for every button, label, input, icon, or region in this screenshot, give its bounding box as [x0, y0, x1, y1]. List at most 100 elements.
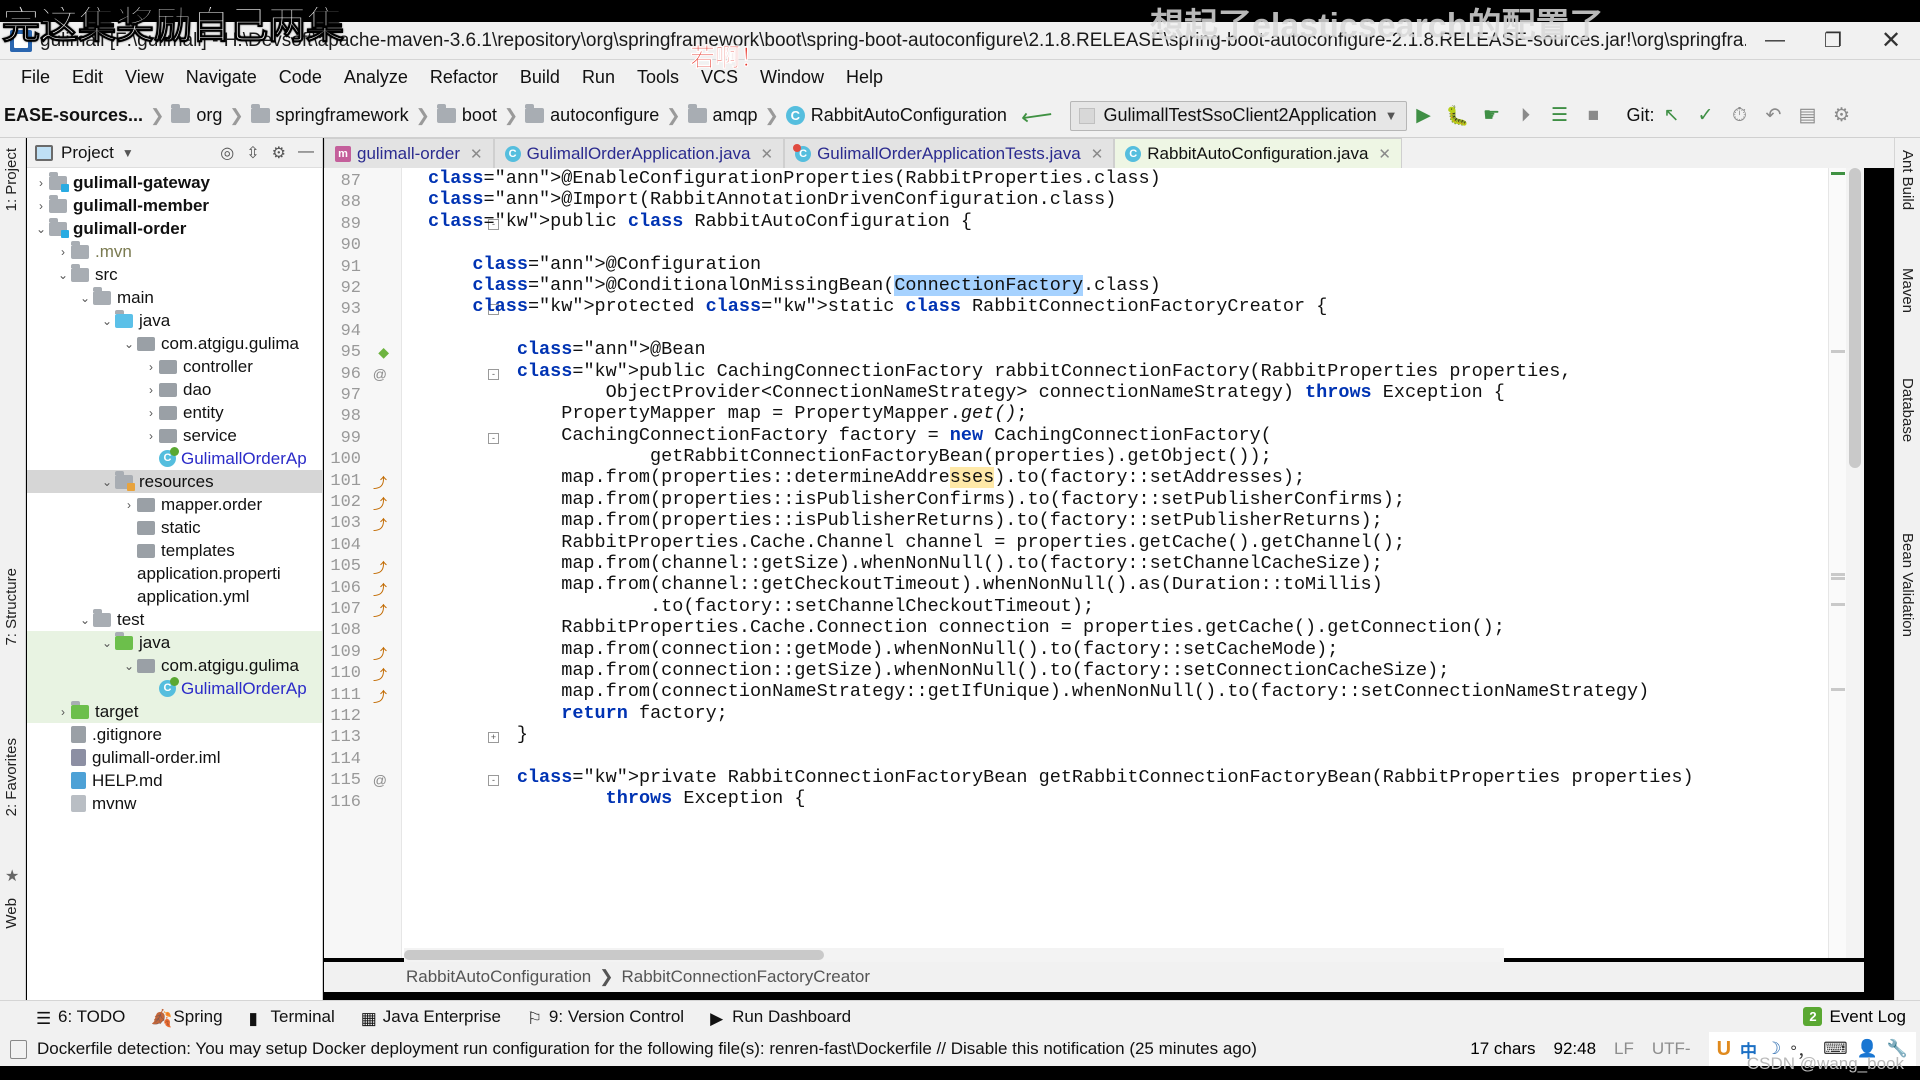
chevron-down-icon[interactable]: ⌄ [55, 268, 71, 282]
lambda-gutter-icon[interactable]: ⤴ [373, 687, 387, 707]
file-encoding[interactable]: UTF- [1652, 1039, 1691, 1059]
git-history-icon[interactable]: ⏱ [1723, 99, 1757, 133]
stop-icon[interactable]: ■ [1577, 99, 1611, 133]
code-line[interactable]: class="kw">public class RabbitAutoConfig… [428, 211, 1828, 232]
stripe-button-favorites[interactable]: 2: Favorites [3, 738, 20, 816]
tree-node-test[interactable]: ⌄ test [27, 608, 322, 631]
code-line[interactable]: class="ann">@Configuration [428, 254, 1828, 275]
sogou-icon[interactable]: U [1717, 1038, 1731, 1061]
code-line[interactable]: map.from(properties::determineAddresses)… [428, 467, 1828, 489]
tree-node-gulimallorderap[interactable]: GulimallOrderAp [27, 447, 322, 470]
chevron-right-icon[interactable]: › [33, 176, 49, 190]
editor-fold-gutter[interactable]: - - - - + - [402, 168, 499, 958]
tree-node-mapper-order[interactable]: › mapper.order [27, 493, 322, 516]
menu-tools[interactable]: Tools [626, 64, 690, 91]
maximize-button[interactable]: ❐ [1804, 22, 1862, 60]
tree-node-main[interactable]: ⌄ main [27, 286, 322, 309]
tool-button-terminal[interactable]: ▮ Terminal [249, 1007, 335, 1028]
breadcrumb-item-jar[interactable]: EASE-sources... [4, 105, 143, 126]
tree-node-static[interactable]: static [27, 516, 322, 539]
editor-breadcrumb-inner-class[interactable]: RabbitConnectionFactoryCreator [621, 967, 870, 987]
tree-node-gulimall-gateway[interactable]: › gulimall-gateway [27, 171, 322, 194]
code-line[interactable]: RabbitProperties.Cache.Connection connec… [428, 617, 1828, 638]
tool-button-todo[interactable]: ☰ 6: TODO [36, 1007, 125, 1028]
menu-run[interactable]: Run [571, 64, 626, 91]
code-line[interactable]: class="kw">public CachingConnectionFacto… [428, 361, 1828, 382]
code-line[interactable]: map.from(connection::getMode).whenNonNul… [428, 639, 1828, 660]
code-line[interactable] [428, 232, 1828, 253]
breadcrumb-item-boot[interactable]: boot [462, 105, 497, 126]
scrollbar-thumb[interactable] [404, 950, 824, 960]
override-gutter-icon[interactable]: @ [373, 366, 387, 382]
breadcrumb-item-org[interactable]: org [196, 105, 222, 126]
code-line[interactable]: map.from(properties::isPublisherReturns)… [428, 510, 1828, 531]
tree-node-gulimallorderap[interactable]: GulimallOrderAp [27, 677, 322, 700]
lambda-gutter-icon[interactable]: ⤴ [373, 515, 387, 535]
code-line[interactable]: return factory; [428, 703, 1828, 724]
tab-gulimall-order[interactable]: gulimall-order ✕ [324, 138, 494, 168]
stripe-button-maven[interactable]: Maven [1899, 268, 1916, 313]
tool-button-java-enterprise[interactable]: ▦ Java Enterprise [361, 1007, 501, 1028]
lambda-gutter-icon[interactable]: ⤴ [373, 644, 387, 664]
menu-refactor[interactable]: Refactor [419, 64, 509, 91]
line-separator[interactable]: LF [1614, 1039, 1634, 1059]
menu-file[interactable]: File [10, 64, 61, 91]
stripe-button-ant-build[interactable]: Ant Build [1899, 150, 1916, 210]
tab-gulimall-order-application[interactable]: GulimallOrderApplication.java ✕ [493, 138, 785, 168]
chevron-down-icon[interactable]: ⌄ [99, 636, 115, 650]
code-content[interactable]: class="ann">@EnableConfigurationProperti… [428, 168, 1828, 958]
search-everywhere-icon[interactable]: ▤ [1791, 99, 1825, 133]
close-icon[interactable]: ✕ [1378, 145, 1391, 163]
editor-horizontal-scrollbar[interactable] [404, 948, 1504, 962]
code-line[interactable]: class="ann">@Bean [428, 339, 1828, 360]
git-rollback-icon[interactable]: ↶ [1757, 99, 1791, 133]
menu-vcs[interactable]: VCS [690, 64, 749, 91]
tree-node-java[interactable]: ⌄ java [27, 631, 322, 654]
status-message[interactable]: Dockerfile detection: You may setup Dock… [37, 1039, 1257, 1059]
lambda-gutter-icon[interactable]: ⤴ [373, 601, 387, 621]
stripe-button-project[interactable]: 1: Project [3, 148, 20, 211]
run-configuration-selector[interactable]: GulimallTestSsoClient2Application ▼ [1070, 100, 1407, 131]
code-line[interactable]: CachingConnectionFactory factory = new C… [428, 425, 1828, 446]
tree-node-gulimall-order-iml[interactable]: gulimall-order.iml [27, 746, 322, 769]
code-editor[interactable]: 87 88 89 90 91 92 93 94 95 ◆ 96 @97 98 99 100 101 ⤴ 102 ⤴ 1… [324, 168, 1864, 958]
event-log-button[interactable]: 2 Event Log [1803, 1007, 1920, 1027]
code-line[interactable]: getRabbitConnectionFactoryBean(propertie… [428, 446, 1828, 467]
code-line[interactable]: map.from(connection::getSize).whenNonNul… [428, 660, 1828, 681]
editor-breadcrumb-class[interactable]: RabbitAutoConfiguration [406, 967, 591, 987]
chevron-down-icon[interactable]: ⌄ [99, 475, 115, 489]
tool-button-run-dashboard[interactable]: ▶ Run Dashboard [710, 1007, 851, 1028]
lambda-gutter-icon[interactable]: ⤴ [373, 473, 387, 493]
stripe-button-structure[interactable]: 7: Structure [3, 568, 20, 646]
minimize-button[interactable]: — [1746, 22, 1804, 60]
lambda-gutter-icon[interactable]: ⤴ [373, 665, 387, 685]
chevron-right-icon[interactable]: › [33, 199, 49, 213]
code-line[interactable]: .to(factory::setChannelCheckoutTimeout); [428, 596, 1828, 617]
debug-icon[interactable]: 🐛 [1441, 99, 1475, 133]
code-line[interactable]: class="ann">@EnableConfigurationProperti… [428, 168, 1828, 189]
chevron-right-icon[interactable]: › [143, 429, 159, 443]
chevron-right-icon[interactable]: › [55, 705, 71, 719]
code-line[interactable]: map.from(properties::isPublisherConfirms… [428, 489, 1828, 510]
chevron-right-icon[interactable]: › [143, 383, 159, 397]
menu-edit[interactable]: Edit [61, 64, 114, 91]
editor-marker-bar[interactable] [1828, 168, 1846, 958]
override-gutter-icon[interactable]: @ [373, 772, 387, 788]
breadcrumb-item-springframework[interactable]: springframework [276, 105, 409, 126]
run-with-coverage-icon[interactable]: ☛ [1475, 99, 1509, 133]
close-icon[interactable]: ✕ [470, 145, 483, 163]
tree-node-templates[interactable]: templates [27, 539, 322, 562]
spring-bean-gutter-icon[interactable]: ◆ [378, 344, 389, 361]
code-line[interactable]: RabbitProperties.Cache.Channel channel =… [428, 532, 1828, 553]
breadcrumb-item-amqp[interactable]: amqp [713, 105, 758, 126]
git-update-icon[interactable]: ↖ [1655, 99, 1689, 133]
tree-node-application-properti[interactable]: application.properti [27, 562, 322, 585]
tree-node-mvnw[interactable]: mvnw [27, 792, 322, 815]
hide-panel-icon[interactable]: — [298, 143, 314, 163]
tree-node-dao[interactable]: › dao [27, 378, 322, 401]
tree-node-target[interactable]: › target [27, 700, 322, 723]
code-line[interactable]: map.from(channel::getSize).whenNonNull()… [428, 553, 1828, 574]
tab-rabbit-auto-configuration[interactable]: RabbitAutoConfiguration.java ✕ [1114, 138, 1402, 168]
tree-node-controller[interactable]: › controller [27, 355, 322, 378]
code-line[interactable]: ObjectProvider<ConnectionNameStrategy> c… [428, 382, 1828, 403]
